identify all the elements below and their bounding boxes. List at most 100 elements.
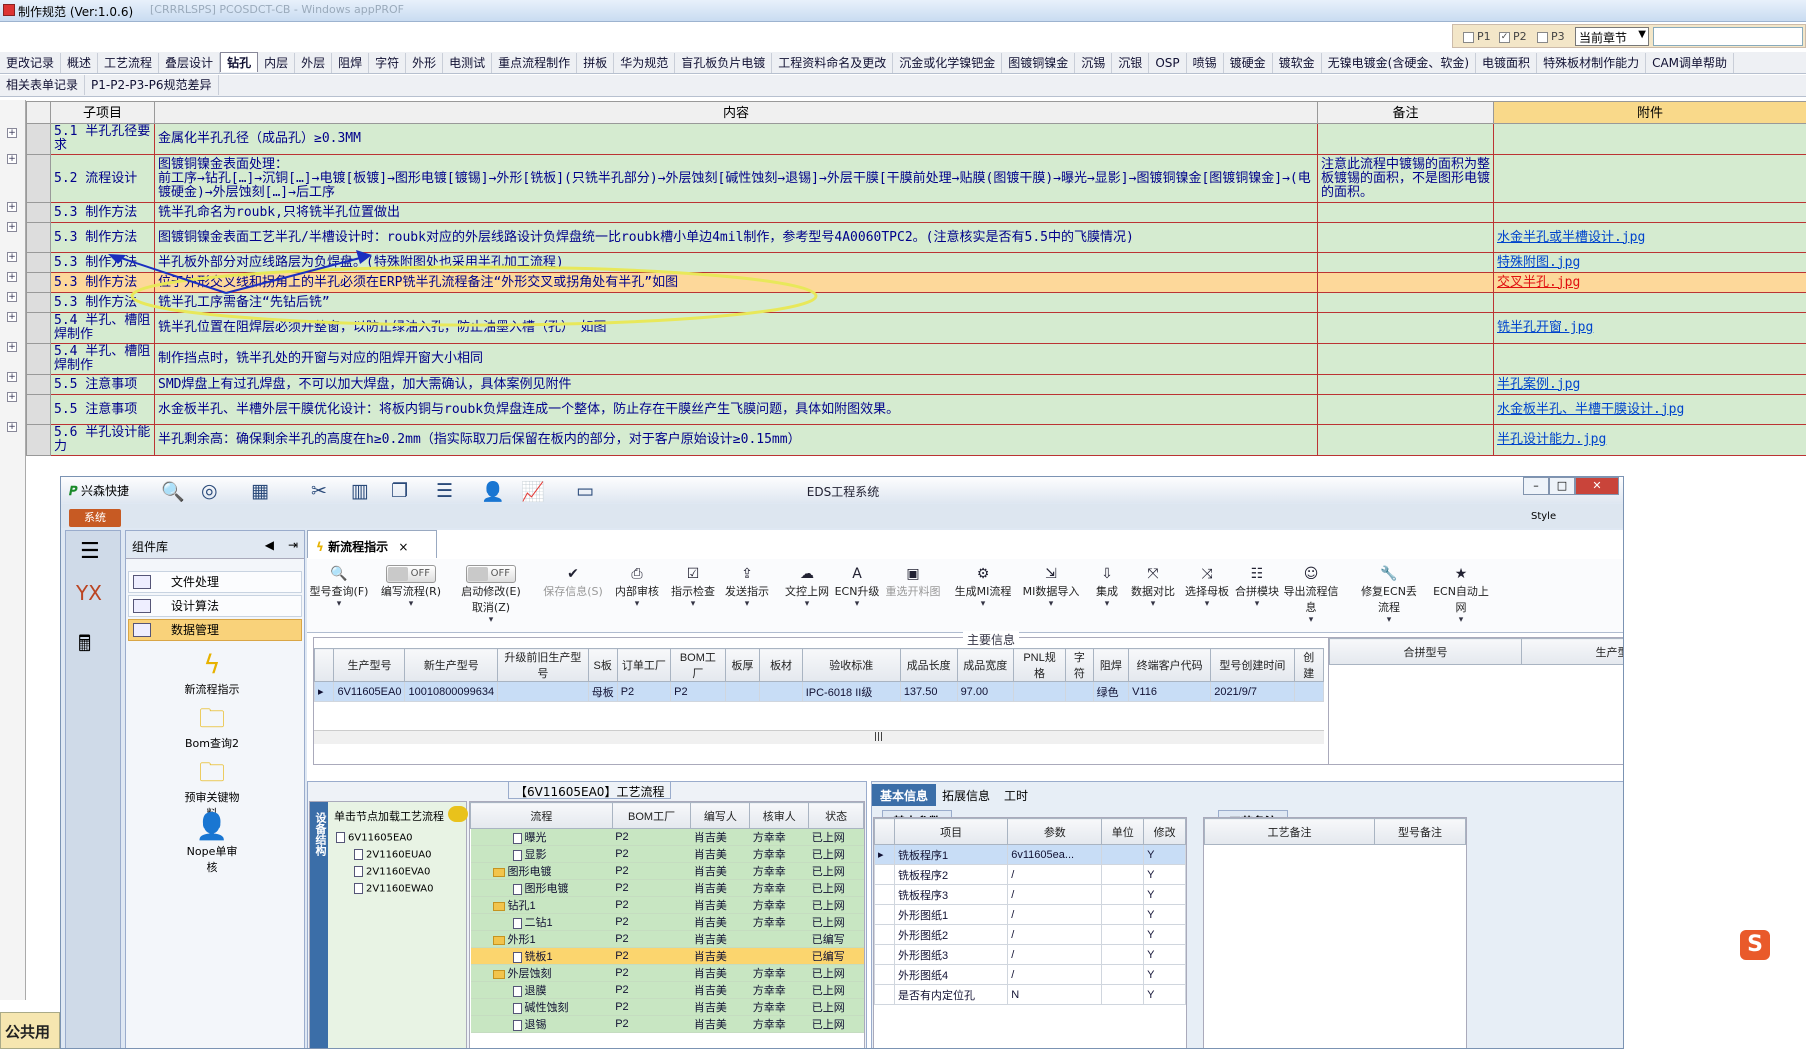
chat-icon[interactable]: [448, 806, 468, 822]
spec-row[interactable]: 5.4 半孔、槽阻焊制作 铣半孔位置在阻焊层必须开整窗，以防止绿油入孔，防止油墨入…: [26, 312, 1806, 344]
chevron-down-icon[interactable]: ▾: [607, 599, 667, 609]
attachment-link[interactable]: 特殊附图.jpg: [1493, 252, 1806, 273]
main-col-header[interactable]: 阻焊: [1092, 648, 1130, 682]
chapter-tab[interactable]: 更改记录: [0, 53, 62, 73]
main-cell[interactable]: 母板: [587, 681, 618, 702]
spec-row[interactable]: 5.2 流程设计 图镀铜镍金表面处理： 前工序→钻孔[…]→沉铜[…]→电镀[板镀…: [26, 154, 1806, 203]
spec-row[interactable]: 5.6 半孔设计能力 半孔剩余高：确保剩余半孔的高度在h≥0.2mm（指实际取刀后…: [26, 424, 1806, 456]
chevron-down-icon[interactable]: ▾: [717, 599, 777, 609]
sogou-ime-icon[interactable]: S: [1740, 930, 1770, 960]
chapter-tab[interactable]: 沉金或化学镍钯金: [893, 53, 1003, 73]
chapter-tab[interactable]: 内层: [258, 53, 296, 73]
row-header-cell[interactable]: [26, 394, 51, 425]
row-header-cell[interactable]: [26, 154, 51, 203]
main-col-header[interactable]: 成品长度: [899, 648, 958, 682]
param-cell[interactable]: /: [1007, 884, 1103, 905]
chevron-down-icon[interactable]: ▾: [1359, 615, 1419, 625]
main-col-header[interactable]: 板厚: [724, 648, 761, 682]
menu-design-algorithm[interactable]: 设计算法: [128, 595, 302, 617]
tree-node[interactable]: 2V1160EUA0: [354, 849, 432, 861]
flow-col-header[interactable]: 编写人: [690, 802, 751, 829]
ribbon-button[interactable]: ⚙ 生成MI流程 ▾: [953, 565, 1013, 609]
attachment-link[interactable]: 半孔设计能力.jpg: [1493, 424, 1806, 456]
p2-checkbox[interactable]: ✓ P2: [1499, 30, 1527, 43]
sub-tab[interactable]: 相关表单记录: [0, 75, 86, 95]
chapter-tab[interactable]: 叠层设计: [159, 53, 221, 73]
main-col-header[interactable]: 创建: [1293, 648, 1324, 682]
main-cell[interactable]: 10010800099634: [404, 681, 499, 702]
param-row[interactable]: 外形图纸3/ Y: [874, 944, 1186, 965]
row-header-cell[interactable]: [26, 252, 51, 273]
toggle-switch[interactable]: OFF: [373, 565, 449, 583]
expand-icon[interactable]: +: [7, 422, 17, 432]
expand-icon[interactable]: +: [7, 154, 17, 164]
ribbon-button[interactable]: ☷ 合拼模块 ▾: [1227, 565, 1287, 609]
flow-row[interactable]: 二钻1 P2 肖吉美 方幸幸 已上网: [470, 913, 864, 931]
chapter-tab[interactable]: 镀软金: [1273, 53, 1322, 73]
ribbon-button[interactable]: OFF 启动修改(E) 取消(Z) ▾: [453, 565, 529, 625]
main-cell[interactable]: 绿色: [1092, 681, 1130, 702]
p1-checkbox[interactable]: P1: [1463, 30, 1491, 43]
flow-col-header[interactable]: 核审人: [749, 802, 810, 829]
chapter-tab[interactable]: 沉银: [1112, 53, 1150, 73]
main-cell[interactable]: [724, 681, 761, 702]
p3-checkbox[interactable]: P3: [1537, 30, 1565, 43]
main-cell[interactable]: 97.00: [956, 681, 1014, 702]
row-header-cell[interactable]: [26, 343, 51, 375]
attachment-link[interactable]: 水金半孔或半槽设计.jpg: [1493, 222, 1806, 253]
menu-data-management[interactable]: 数据管理: [128, 619, 302, 641]
spec-row[interactable]: 5.3 制作方法 铣半孔工序需备注“先钻后铣”: [26, 292, 1806, 313]
param-row[interactable]: 铣板程序3/ Y: [874, 884, 1186, 905]
chevron-down-icon[interactable]: ▾: [1227, 599, 1287, 609]
param-row[interactable]: 是否有内定位孔 N Y: [874, 984, 1186, 1005]
ribbon-button[interactable]: ☑ 指示检查 ▾: [663, 565, 723, 609]
main-col-header[interactable]: 新生产型号: [404, 648, 499, 682]
chapter-tab[interactable]: 概述: [61, 53, 99, 73]
chapter-tab[interactable]: 钻孔: [220, 52, 259, 72]
expand-icon[interactable]: +: [7, 272, 17, 282]
maximize-button[interactable]: □: [1549, 477, 1575, 495]
flow-row[interactable]: 显影 P2 肖吉美 方幸幸 已上网: [470, 845, 864, 863]
chapter-tab[interactable]: 图镀铜镍金: [1002, 53, 1076, 73]
chevron-down-icon[interactable]: ▾: [309, 599, 369, 609]
chapter-tab[interactable]: 华为规范: [614, 53, 676, 73]
tree-side-label[interactable]: 设备结构: [310, 802, 328, 1048]
ribbon-button[interactable]: ⇲ MI数据导入 ▾: [1021, 565, 1081, 609]
main-col-header[interactable]: 升级前旧生产型号: [497, 648, 589, 682]
chevron-down-icon[interactable]: ▾: [373, 599, 449, 609]
param-cell[interactable]: N: [1007, 984, 1103, 1005]
main-cell[interactable]: V116: [1128, 681, 1212, 702]
style-menu[interactable]: Style: [1531, 511, 1556, 522]
col-merge-model[interactable]: 合拼型号: [1329, 638, 1522, 665]
tree-node[interactable]: 6V11605EA0: [336, 832, 413, 844]
tool-nope-review[interactable]: 👤 Nope单审核: [182, 811, 242, 875]
main-cell[interactable]: [759, 681, 803, 702]
param-row[interactable]: 外形图纸1/ Y: [874, 904, 1186, 925]
expand-icon[interactable]: +: [7, 292, 17, 302]
col-content[interactable]: 内容: [154, 101, 1318, 124]
main-col-header[interactable]: 订单工厂: [616, 648, 672, 682]
main-col-header[interactable]: 生产型号: [333, 648, 406, 682]
calculator-icon[interactable]: 🖩: [78, 627, 91, 665]
main-col-header[interactable]: 字符: [1065, 648, 1094, 682]
chevron-down-icon[interactable]: ▾: [953, 599, 1013, 609]
chapter-tab[interactable]: 镀硬金: [1224, 53, 1273, 73]
menu-icon[interactable]: ☰: [80, 539, 100, 564]
chapter-tab[interactable]: 电测试: [443, 53, 493, 73]
attachment-link[interactable]: 水金板半孔、半槽干膜设计.jpg: [1493, 394, 1806, 425]
param-row[interactable]: 铣板程序2/ Y: [874, 864, 1186, 885]
param-cell[interactable]: /: [1007, 924, 1103, 945]
param-row[interactable]: 外形图纸4/ Y: [874, 964, 1186, 985]
tool-bom-query[interactable]: 🗀 Bom查询2: [182, 703, 242, 751]
expand-icon[interactable]: +: [7, 252, 17, 262]
main-cell[interactable]: IPC-6018 II级: [801, 681, 901, 702]
tool-new-flow[interactable]: ϟ 新流程指示: [182, 649, 242, 697]
expand-icon[interactable]: +: [7, 222, 17, 232]
spec-row[interactable]: 5.5 注意事项 SMD焊盘上有过孔焊盘，不可以加大焊盘，加大需确认，具体案例见附…: [26, 374, 1806, 395]
public-use-label[interactable]: 公共用: [0, 1012, 60, 1049]
system-button[interactable]: 系统: [69, 509, 121, 527]
param-col-header[interactable]: 参数: [1007, 818, 1103, 845]
pin-icon[interactable]: ⇥: [288, 538, 298, 552]
main-cell[interactable]: 6V11605EA0: [333, 681, 406, 702]
flow-row[interactable]: 铣板1 P2 肖吉美 已编写: [470, 947, 864, 965]
